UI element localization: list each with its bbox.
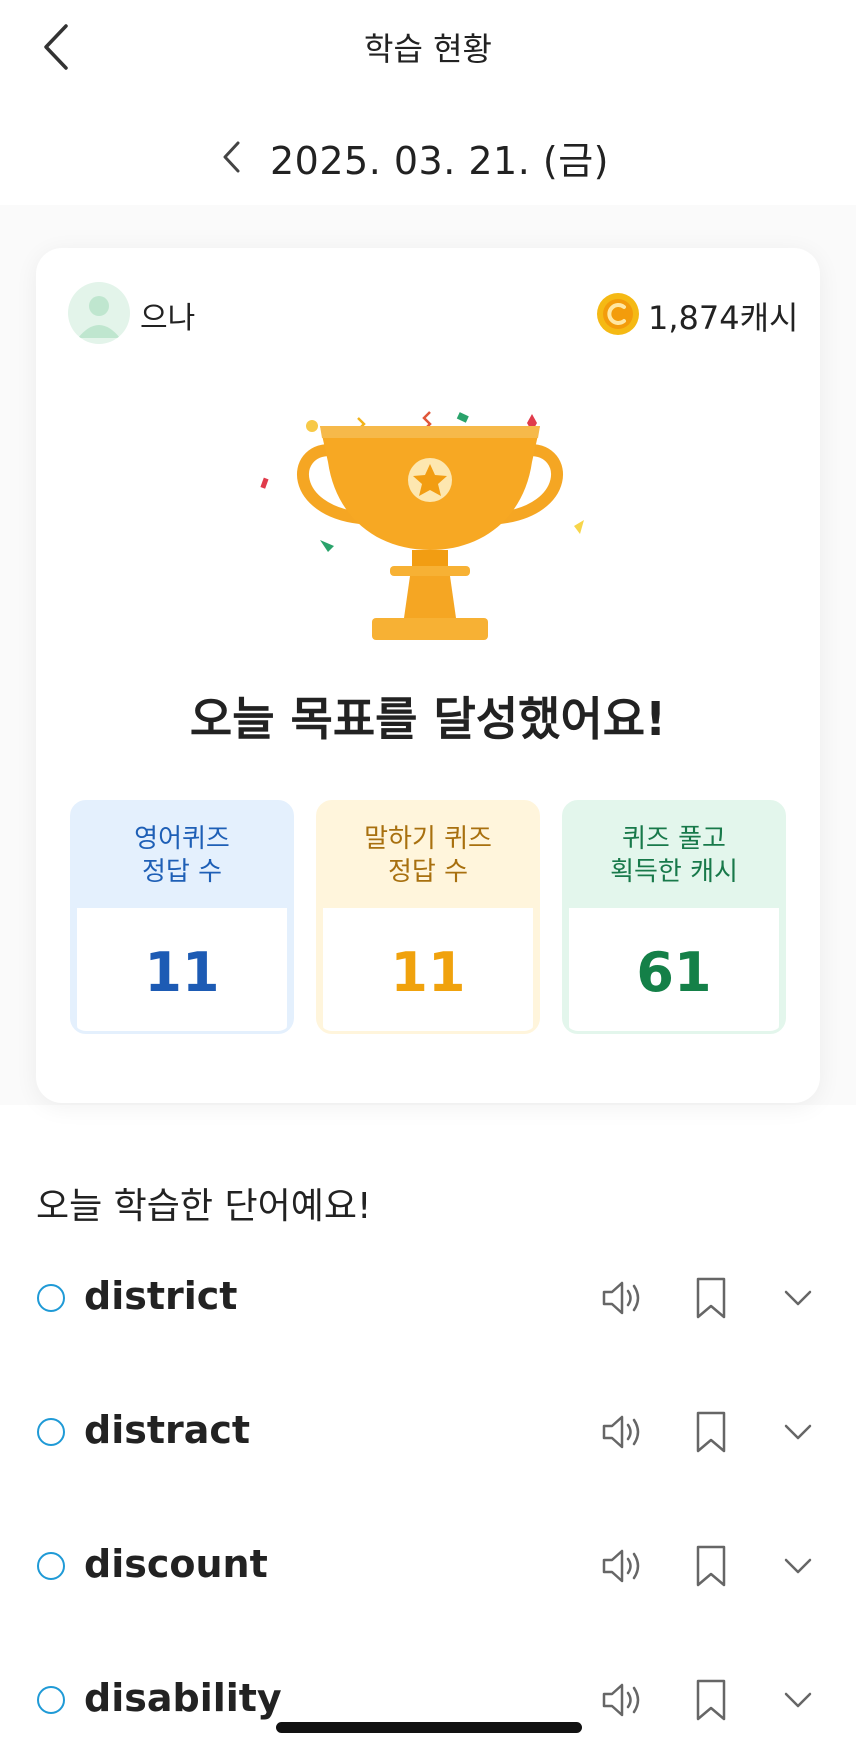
bookmark-button[interactable] <box>692 1276 730 1320</box>
word-check-circle[interactable] <box>37 1552 65 1580</box>
cash-balance: 1,874캐시 <box>648 299 799 337</box>
word-text: disability <box>84 1676 282 1720</box>
bookmark-icon <box>696 1679 726 1721</box>
date-label: 2025. 03. 21. (금) <box>270 139 609 183</box>
expand-button[interactable] <box>780 1684 816 1716</box>
trophy-illustration <box>250 400 610 650</box>
word-row[interactable]: district <box>0 1260 856 1340</box>
word-check-circle[interactable] <box>37 1686 65 1714</box>
chevron-down-icon <box>784 1692 812 1708</box>
stat-label-line2: 정답 수 <box>141 857 223 887</box>
expand-button[interactable] <box>780 1282 816 1314</box>
stat-label-line1: 말하기 퀴즈 <box>364 824 492 854</box>
bookmark-icon <box>696 1277 726 1319</box>
coin-icon <box>596 292 640 336</box>
stat-label: 말하기 퀴즈 정답 수 <box>319 803 537 908</box>
stat-label-line2: 획득한 캐시 <box>610 857 738 887</box>
stat-label-line1: 영어퀴즈 <box>134 824 230 854</box>
user-name: 으나 <box>140 301 196 336</box>
previous-date-button[interactable] <box>218 139 248 175</box>
words-section-title: 오늘 학습한 단어예요! <box>36 1186 372 1227</box>
stat-speaking-quiz: 말하기 퀴즈 정답 수 11 <box>316 800 540 1034</box>
bookmark-button[interactable] <box>692 1544 730 1588</box>
bookmark-button[interactable] <box>692 1678 730 1722</box>
bookmark-button[interactable] <box>692 1410 730 1454</box>
speaker-button[interactable] <box>600 1680 646 1720</box>
bookmark-icon <box>696 1545 726 1587</box>
stat-label-line2: 정답 수 <box>387 857 469 887</box>
expand-button[interactable] <box>780 1550 816 1582</box>
word-text: district <box>84 1274 238 1318</box>
expand-button[interactable] <box>780 1416 816 1448</box>
speaker-icon <box>602 1281 640 1315</box>
speaker-icon <box>602 1415 640 1449</box>
stat-label: 영어퀴즈 정답 수 <box>73 803 291 908</box>
word-check-circle[interactable] <box>37 1284 65 1312</box>
avatar-icon <box>78 296 120 338</box>
chevron-down-icon <box>784 1290 812 1306</box>
speaker-button[interactable] <box>600 1412 646 1452</box>
goal-achieved-message: 오늘 목표를 달성했어요! <box>189 692 667 746</box>
trophy-icon <box>260 411 584 640</box>
stat-value: 61 <box>569 908 779 1031</box>
stat-label: 퀴즈 풀고 획득한 캐시 <box>565 803 783 908</box>
speaker-icon <box>602 1549 640 1583</box>
speaker-button[interactable] <box>600 1278 646 1318</box>
bookmark-icon <box>696 1411 726 1453</box>
avatar <box>68 282 130 344</box>
word-text: discount <box>84 1542 268 1586</box>
stat-english-quiz: 영어퀴즈 정답 수 11 <box>70 800 294 1034</box>
chevron-down-icon <box>784 1424 812 1440</box>
word-check-circle[interactable] <box>37 1418 65 1446</box>
word-text: distract <box>84 1408 251 1452</box>
word-row[interactable]: discount <box>0 1528 856 1608</box>
chevron-left-icon <box>223 141 240 173</box>
home-indicator <box>276 1722 582 1733</box>
stat-value: 11 <box>77 908 287 1031</box>
stat-label-line1: 퀴즈 풀고 <box>622 824 726 854</box>
speaker-icon <box>602 1683 640 1717</box>
stat-earned-cash: 퀴즈 풀고 획득한 캐시 61 <box>562 800 786 1034</box>
chevron-down-icon <box>784 1558 812 1574</box>
word-row[interactable]: distract <box>0 1394 856 1474</box>
page-title: 학습 현황 <box>364 30 492 68</box>
stat-value: 11 <box>323 908 533 1031</box>
speaker-button[interactable] <box>600 1546 646 1586</box>
